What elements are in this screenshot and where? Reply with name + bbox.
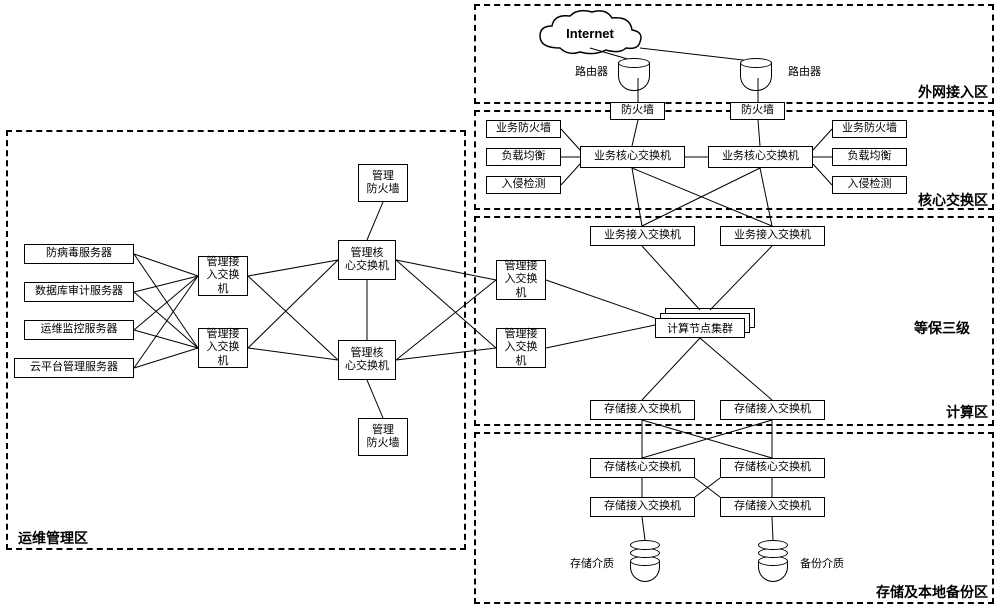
biz-firewall-l: 业务防火墙 bbox=[486, 120, 561, 138]
biz-access-switch-1: 业务接入交换机 bbox=[590, 226, 695, 246]
mgmt-core-switch-1: 管理核 心交换机 bbox=[338, 240, 396, 280]
router-2-icon bbox=[740, 58, 780, 78]
biz-access-switch-2: 业务接入交换机 bbox=[720, 226, 825, 246]
router-1-icon bbox=[618, 58, 658, 78]
storage-access-switch-1: 存储接入交换机 bbox=[590, 400, 695, 420]
mgmt-access-switch-2: 管理接 入交换机 bbox=[198, 328, 248, 368]
storage-core-switch-2: 存储核心交换机 bbox=[720, 458, 825, 478]
backup-media-label: 备份介质 bbox=[800, 555, 844, 571]
mgmt-access-switch-1: 管理接 入交换机 bbox=[198, 256, 248, 296]
storage-access-switch-4: 存储接入交换机 bbox=[720, 497, 825, 517]
cloud-mgmt-server: 云平台管理服务器 bbox=[14, 358, 134, 378]
zone-ops-label: 运维管理区 bbox=[18, 528, 88, 548]
firewall-1: 防火墙 bbox=[610, 102, 665, 120]
svg-text:Internet: Internet bbox=[566, 26, 614, 41]
router-2-label: 路由器 bbox=[788, 63, 821, 79]
firewall-2: 防火墙 bbox=[730, 102, 785, 120]
biz-core-switch-2: 业务核心交换机 bbox=[708, 146, 813, 168]
backup-media-icon bbox=[758, 540, 792, 588]
router-1-label: 路由器 bbox=[575, 63, 608, 79]
mgmt-core-switch-2: 管理核 心交换机 bbox=[338, 340, 396, 380]
load-balance-r: 负载均衡 bbox=[832, 148, 907, 166]
zone-storage-label: 存储及本地备份区 bbox=[876, 582, 988, 602]
antivirus-server: 防病毒服务器 bbox=[24, 244, 134, 264]
storage-media-icon bbox=[630, 540, 664, 588]
biz-core-switch-1: 业务核心交换机 bbox=[580, 146, 685, 168]
db-audit-server: 数据库审计服务器 bbox=[24, 282, 134, 302]
mgmt-firewall-2: 管理 防火墙 bbox=[358, 418, 408, 456]
storage-media-label: 存储介质 bbox=[570, 555, 614, 571]
zone-compute-label: 计算区 bbox=[946, 402, 988, 422]
zone-core-label: 核心交换区 bbox=[918, 190, 988, 210]
biz-firewall-r: 业务防火墙 bbox=[832, 120, 907, 138]
intrusion-l: 入侵检测 bbox=[486, 176, 561, 194]
internet-cloud: Internet bbox=[530, 8, 650, 58]
ops-monitor-server: 运维监控服务器 bbox=[24, 320, 134, 340]
zone-external-label: 外网接入区 bbox=[918, 82, 988, 102]
mgmt-access-switch-4: 管理接 入交换机 bbox=[496, 328, 546, 368]
intrusion-r: 入侵检测 bbox=[832, 176, 907, 194]
storage-core-switch-1: 存储核心交换机 bbox=[590, 458, 695, 478]
load-balance-l: 负载均衡 bbox=[486, 148, 561, 166]
storage-access-switch-2: 存储接入交换机 bbox=[720, 400, 825, 420]
mgmt-access-switch-3: 管理接 入交换机 bbox=[496, 260, 546, 300]
level3-label: 等保三级 bbox=[914, 318, 970, 338]
mgmt-firewall-1: 管理 防火墙 bbox=[358, 164, 408, 202]
storage-access-switch-3: 存储接入交换机 bbox=[590, 497, 695, 517]
